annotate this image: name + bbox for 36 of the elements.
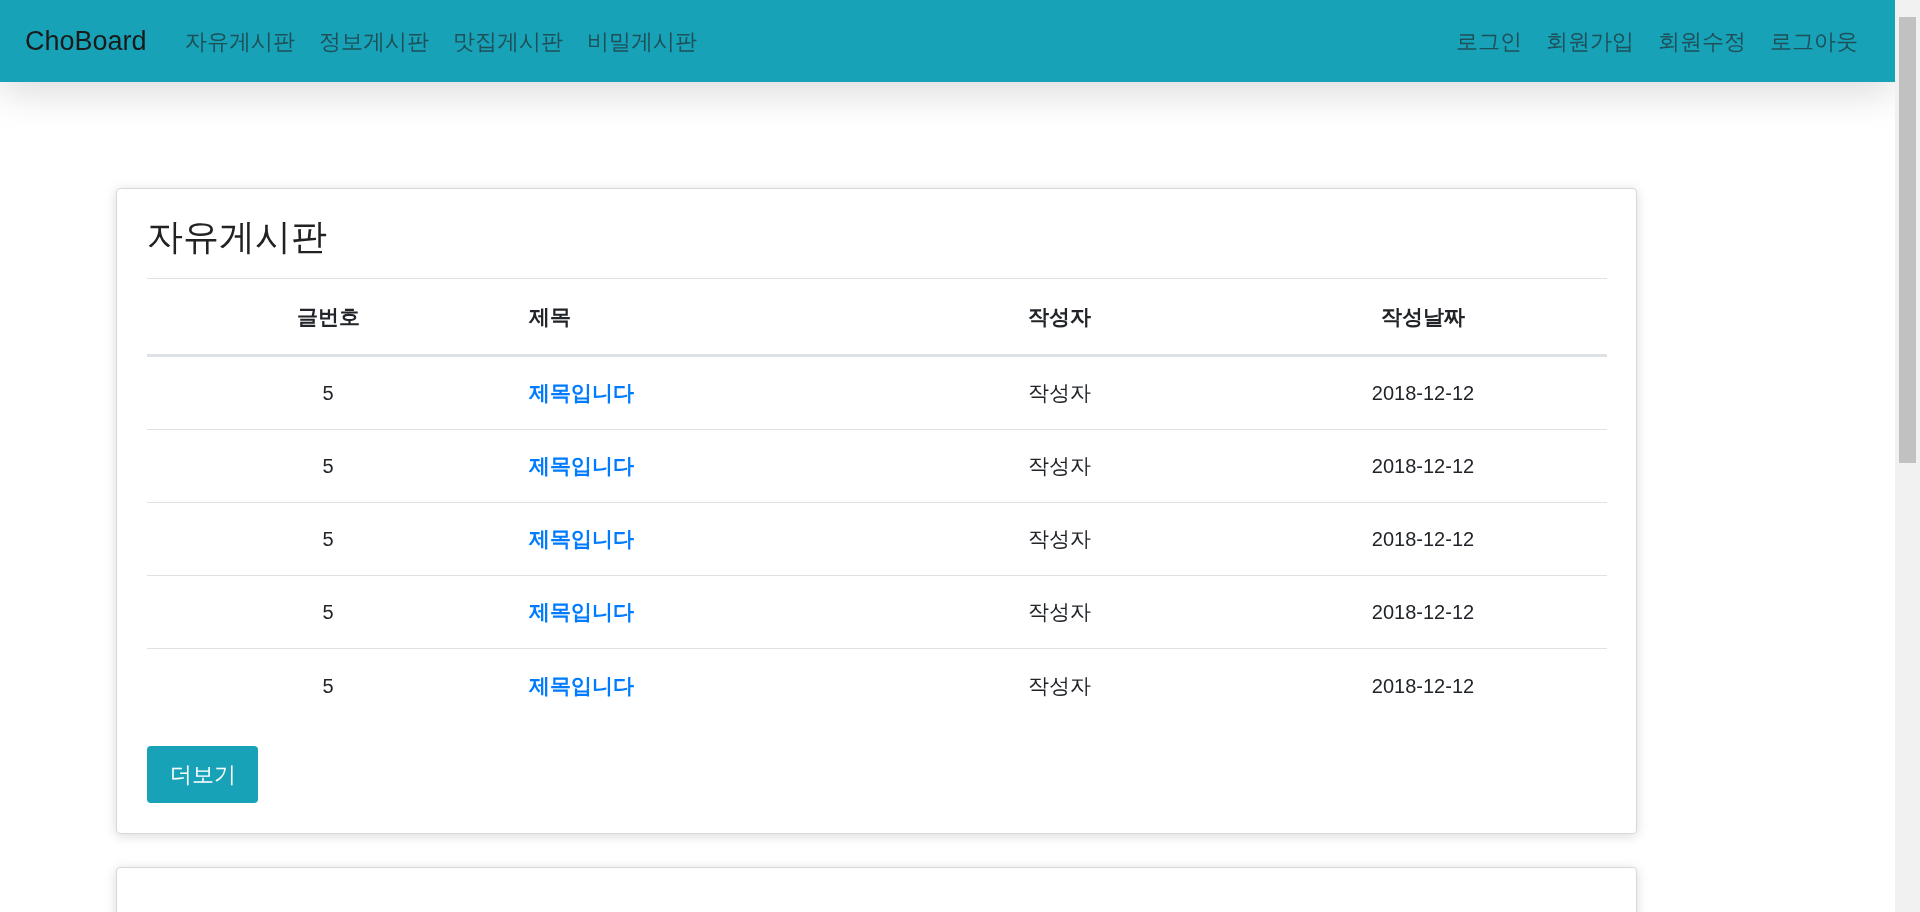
nav-link[interactable]: 비밀게시판: [574, 24, 709, 58]
table-cell: 2018-12-12: [1371, 528, 1475, 551]
post-title-link[interactable]: 제목입니다: [529, 673, 634, 697]
nav-link[interactable]: 로그아웃: [1758, 24, 1870, 58]
post-title-link[interactable]: 제목입니다: [529, 381, 634, 405]
column-header: 제목: [529, 304, 571, 328]
nav-link[interactable]: 자유게시판: [172, 24, 307, 58]
table-cell: 2018-12-12: [1371, 382, 1475, 405]
table-cell: 작성자: [1027, 527, 1091, 551]
table-cell: 5: [322, 528, 334, 551]
nav-link[interactable]: 회원수정: [1646, 24, 1758, 58]
table-cell: 2018-12-12: [1371, 674, 1475, 697]
nav-link[interactable]: 회원가입: [1534, 24, 1646, 58]
table-cell: 2018-12-12: [1371, 601, 1475, 624]
post-title-link[interactable]: 제목입니다: [529, 527, 634, 551]
post-title-link[interactable]: 제목입니다: [529, 600, 634, 624]
post-title-link[interactable]: 제목입니다: [529, 454, 634, 478]
column-header: 글번호: [296, 304, 360, 328]
table-cell: 5: [322, 382, 334, 405]
scrollbar[interactable]: [1895, 0, 1920, 912]
nav-link[interactable]: 정보게시판: [306, 24, 441, 58]
nav-link[interactable]: 로그인: [1444, 24, 1534, 58]
more-button[interactable]: 더보기: [147, 746, 258, 804]
table-cell: 작성자: [1027, 381, 1091, 405]
table-cell: 2018-12-12: [1371, 455, 1475, 478]
table-cell: 작성자: [1027, 600, 1091, 624]
column-header: 작성자: [1027, 304, 1091, 328]
brand-link[interactable]: ChoBoard: [25, 20, 147, 62]
board-title: 자유게시판: [147, 215, 328, 259]
table-cell: 5: [322, 601, 334, 624]
column-header: 작성날짜: [1381, 304, 1465, 328]
nav-link[interactable]: 맛집게시판: [440, 24, 575, 58]
table-cell: 작성자: [1027, 454, 1091, 478]
table-cell: 5: [322, 674, 334, 697]
table-cell: 5: [322, 455, 334, 478]
table-cell: 작성자: [1027, 673, 1091, 697]
